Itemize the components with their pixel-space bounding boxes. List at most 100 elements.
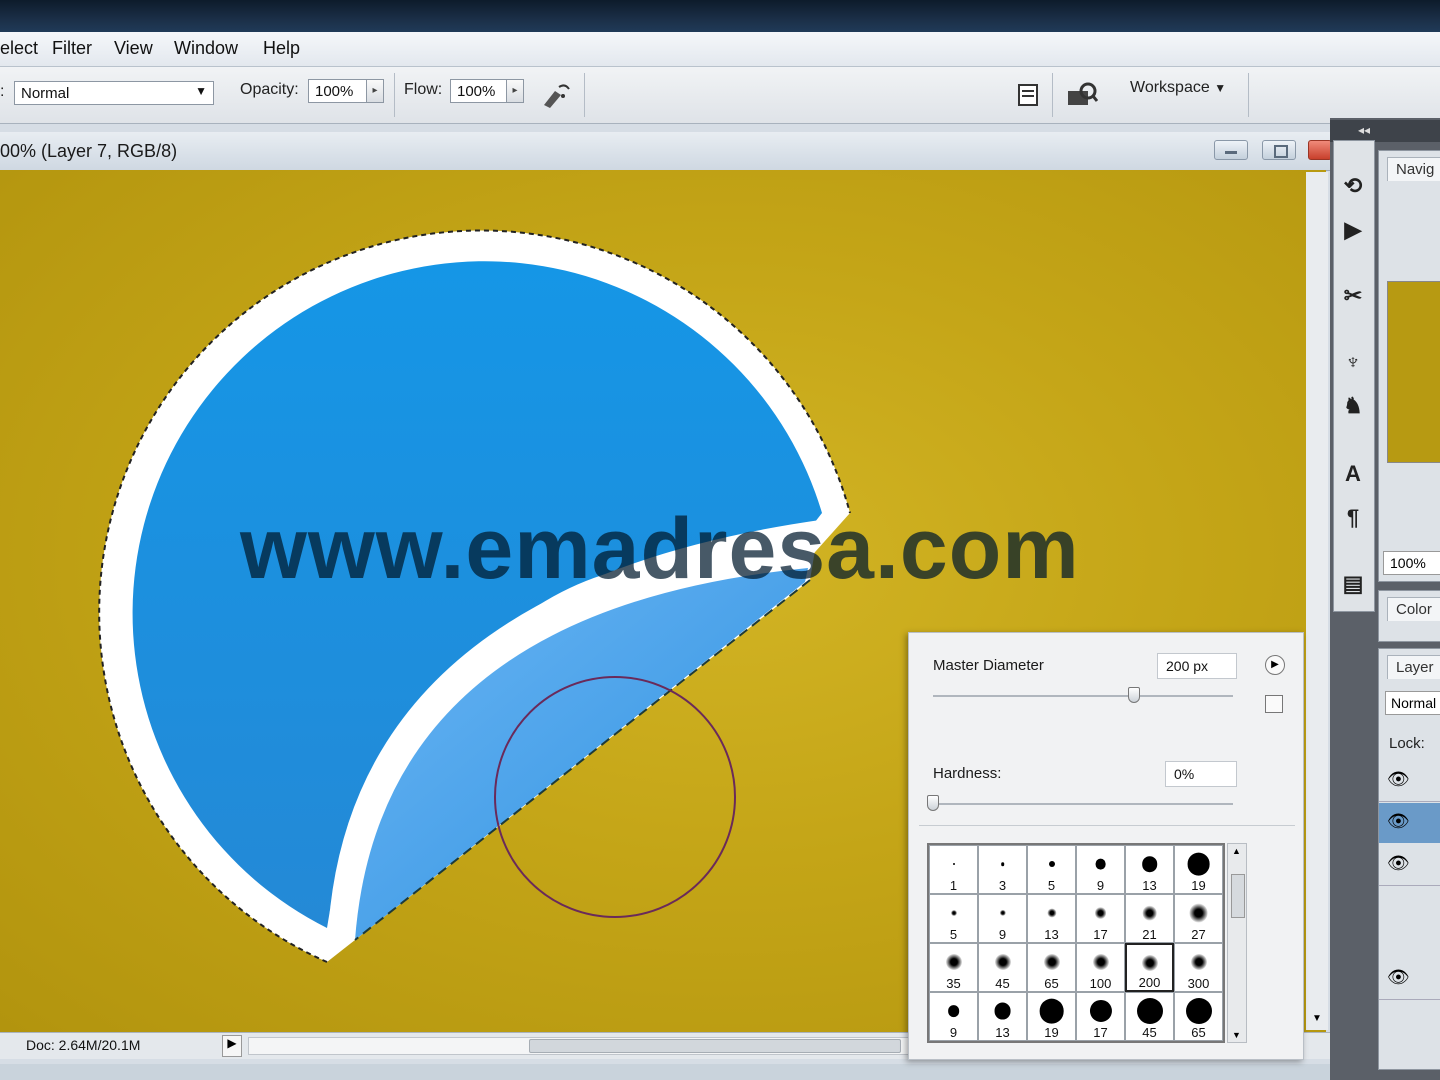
eye-icon[interactable]: 👁 [1387, 811, 1410, 832]
collapse-dock-icon[interactable]: ◂◂ [1358, 123, 1370, 137]
eye-icon[interactable]: 👁 [1387, 967, 1410, 988]
brush-preset[interactable]: 13 [1125, 845, 1174, 894]
eye-icon[interactable]: 👁 [1387, 853, 1410, 874]
brush-preset[interactable]: 19 [1027, 992, 1076, 1041]
tab-layers[interactable]: Layer [1387, 655, 1440, 679]
menu-filter[interactable]: Filter [52, 38, 92, 59]
master-diameter-thumb[interactable] [1128, 687, 1140, 703]
palette-well-icon[interactable] [1012, 79, 1044, 111]
brush-preset[interactable]: 9 [978, 894, 1027, 943]
layer-row[interactable]: 👁 [1379, 845, 1440, 886]
brush-preset[interactable]: 45 [1125, 992, 1174, 1041]
layer-row[interactable]: 👁 [1379, 761, 1440, 802]
character-icon[interactable]: A [1338, 459, 1368, 489]
brush-preset[interactable]: 5 [1027, 845, 1076, 894]
close-button[interactable] [1308, 140, 1332, 160]
brush-preset-grid: 1 3 5 9 13 19 5 9 13 17 21 27 35 45 65 100 200 300 9 13 19 17… [927, 843, 1225, 1043]
layer-row-selected[interactable]: 👁 [1379, 803, 1440, 843]
brush-preset[interactable]: 13 [1027, 894, 1076, 943]
paragraph-icon[interactable]: ¶ [1338, 503, 1368, 533]
zoom-input[interactable]: 100% [1383, 551, 1440, 575]
menu-view[interactable]: View [114, 38, 153, 59]
brush-preset[interactable]: 5 [929, 894, 978, 943]
brush-preset[interactable]: 17 [1076, 894, 1125, 943]
flyout-menu-icon[interactable]: ▶ [1265, 655, 1285, 675]
flow-input[interactable]: 100% [450, 79, 508, 103]
master-diameter-slider[interactable] [933, 695, 1233, 697]
history-icon[interactable]: ⟲ [1338, 171, 1368, 201]
maximize-button[interactable] [1262, 140, 1296, 160]
airbrush-icon[interactable] [540, 79, 572, 111]
preset-scroll-thumb[interactable] [1231, 874, 1245, 918]
brush-preset[interactable]: 13 [978, 992, 1027, 1041]
minimize-button[interactable] [1214, 140, 1248, 160]
tool-presets-icon[interactable]: ✂ [1338, 281, 1368, 311]
brush-preset[interactable]: 1 [929, 845, 978, 894]
vertical-scrollbar[interactable]: ▼ [1306, 172, 1328, 1030]
brush-preset-size: 9 [949, 1025, 958, 1040]
status-menu-arrow-icon[interactable]: ▶ [222, 1035, 242, 1057]
brush-preset[interactable]: 65 [1027, 943, 1076, 992]
tab-color[interactable]: Color [1387, 597, 1440, 621]
brush-preset[interactable]: 21 [1125, 894, 1174, 943]
caret-down-icon: ▼ [1214, 81, 1227, 95]
doc-size-status: Doc: 2.64M/20.1M [26, 1037, 141, 1053]
scroll-thumb[interactable] [529, 1039, 901, 1053]
preset-scrollbar[interactable]: ▲ ▼ [1227, 843, 1247, 1043]
horizontal-scrollbar[interactable] [248, 1037, 910, 1055]
brush-preset[interactable]: 9 [929, 992, 978, 1041]
blend-mode-select[interactable]: Normal [1385, 691, 1440, 715]
brush-tip-icon [945, 954, 962, 970]
brush-preset[interactable]: 65 [1174, 992, 1223, 1041]
scroll-down-icon[interactable]: ▼ [1232, 1030, 1241, 1040]
brush-tip-icon [994, 954, 1011, 970]
menu-window[interactable]: Window [174, 38, 238, 59]
brush-preset-size: 13 [1142, 878, 1157, 893]
brush-preset-size: 17 [1093, 1025, 1108, 1040]
brush-preset[interactable]: 27 [1174, 894, 1223, 943]
brush-preset[interactable]: 3 [978, 845, 1027, 894]
scroll-down-icon[interactable]: ▼ [1312, 1013, 1322, 1024]
workspace-menu[interactable]: Workspace ▼ [1130, 79, 1226, 97]
layer-row[interactable]: 👁 [1379, 959, 1440, 1000]
layer-comps-icon[interactable]: ▤ [1338, 569, 1368, 599]
brush-preset[interactable]: 35 [929, 943, 978, 992]
chevron-down-icon: ▼ [195, 84, 207, 98]
brush-preset[interactable]: 19 [1174, 845, 1223, 894]
brush-preset[interactable]: 100 [1076, 943, 1125, 992]
tab-navigator[interactable]: Navig [1387, 157, 1440, 181]
hardness-input[interactable]: 0% [1165, 761, 1237, 787]
brush-preset[interactable]: 300 [1174, 943, 1223, 992]
opacity-arrow-icon[interactable]: ▸ [366, 79, 384, 103]
brush-preset-size: 19 [1191, 878, 1206, 893]
opacity-input[interactable]: 100% [308, 79, 368, 103]
brush-tip-icon [999, 909, 1006, 917]
menu-help[interactable]: Help [263, 38, 300, 59]
brush-tip-icon [1185, 998, 1212, 1024]
brush-preset[interactable]: 200 [1125, 943, 1174, 992]
scroll-up-icon[interactable]: ▲ [1232, 846, 1241, 856]
brushes-icon[interactable]: ♆ [1338, 347, 1368, 377]
hardness-slider[interactable] [933, 803, 1233, 805]
brush-preset[interactable]: 9 [1076, 845, 1125, 894]
menu-select[interactable]: elect [0, 38, 38, 59]
brush-preset[interactable]: 45 [978, 943, 1027, 992]
flow-label: Flow: [404, 81, 443, 98]
window-title-bar [0, 0, 1440, 32]
save-preset-icon[interactable] [1265, 695, 1283, 713]
eye-icon[interactable]: 👁 [1387, 769, 1410, 790]
toolbar-divider [394, 73, 395, 117]
flow-arrow-icon[interactable]: ▸ [506, 79, 524, 103]
brush-preset[interactable]: 17 [1076, 992, 1125, 1041]
navigator-thumbnail[interactable] [1387, 281, 1440, 463]
brush-preset-size: 100 [1089, 976, 1112, 991]
bridge-icon[interactable] [1066, 79, 1098, 111]
brush-tip-icon [1136, 998, 1163, 1024]
hardness-thumb[interactable] [927, 795, 939, 811]
brush-preset-size: 19 [1044, 1025, 1059, 1040]
master-diameter-input[interactable]: 200 px [1157, 653, 1237, 679]
mode-select[interactable]: Normal ▼ [14, 81, 214, 105]
brush-preset-picker: Master Diameter 200 px ▶ Hardness: 0% 13… [908, 632, 1304, 1060]
actions-icon[interactable]: ▶ [1338, 215, 1368, 245]
clone-source-icon[interactable]: ♞ [1338, 391, 1368, 421]
